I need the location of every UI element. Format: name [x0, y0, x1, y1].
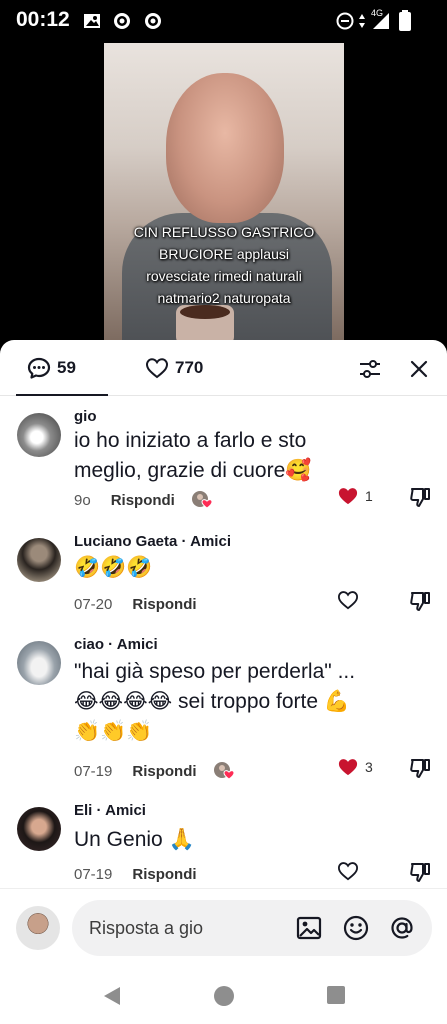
caption-line: CIN REFLUSSO GASTRICO — [133, 224, 315, 240]
reply-bar — [0, 888, 447, 970]
caption-line: BRUCIORE applausi — [159, 246, 289, 262]
sliders-icon — [360, 360, 380, 378]
filter-button[interactable] — [357, 356, 383, 382]
comment-text: 🤣🤣🤣 — [74, 553, 404, 583]
comments-count: 59 — [57, 358, 76, 377]
tab-likes[interactable]: 770 — [145, 357, 203, 379]
tab-comments[interactable]: 59 — [27, 357, 76, 379]
avatar[interactable] — [17, 538, 61, 582]
creator-liked-badge — [191, 490, 213, 510]
dislike-icon[interactable] — [408, 756, 432, 780]
back-icon[interactable] — [101, 984, 123, 1008]
comment-text-line: Un Genio 🙏 — [74, 828, 195, 851]
avatar[interactable] — [17, 641, 61, 685]
data-arrows-icon — [359, 14, 365, 28]
creator-heart-icon — [191, 491, 213, 509]
comment-meta: 07-20 Rispondi — [74, 594, 213, 614]
sheet-header: 59 770 — [0, 340, 447, 396]
my-avatar[interactable] — [16, 906, 60, 950]
comment-username[interactable]: Luciano Gaeta · Amici — [74, 533, 231, 550]
video-player[interactable]: CIN REFLUSSO GASTRICO BRUCIORE applausi … — [104, 43, 344, 341]
like-button[interactable] — [337, 860, 365, 882]
like-count: 1 — [365, 488, 373, 504]
home-icon[interactable] — [212, 984, 236, 1008]
like-button[interactable]: 1 — [337, 485, 373, 507]
creator-heart-icon — [213, 762, 235, 780]
caption-line: natmario2 naturopata — [157, 290, 291, 306]
status-bar: 00:12 4G — [0, 0, 447, 44]
comment-text-line: io ho iniziato a farlo e sto — [74, 429, 307, 452]
close-x-icon — [410, 360, 428, 378]
video-person-face — [166, 73, 284, 223]
comment-date: 9o — [74, 491, 91, 509]
video-caption: CIN REFLUSSO GASTRICO BRUCIORE applausi … — [104, 221, 344, 309]
heart-filled-icon — [338, 488, 358, 505]
avatar[interactable] — [17, 413, 61, 457]
emoji-icon[interactable] — [342, 914, 370, 942]
app-notification-icon — [114, 13, 130, 29]
comment-text: io ho iniziato a farlo e sto meglio, gra… — [74, 426, 404, 486]
reply-button[interactable]: Rispondi — [132, 763, 196, 780]
reply-button[interactable]: Rispondi — [132, 596, 196, 613]
reply-input-container[interactable] — [72, 900, 432, 956]
comment-date: 07-19 — [74, 865, 113, 883]
active-tab-indicator — [16, 394, 108, 396]
comment-meta: 9o Rispondi — [74, 490, 213, 510]
status-time: 00:12 — [16, 8, 70, 31]
heart-outline-icon — [337, 591, 359, 610]
reply-input[interactable] — [89, 914, 279, 942]
reply-button[interactable]: Rispondi — [111, 492, 175, 509]
reply-button[interactable]: Rispondi — [132, 866, 196, 883]
system-navigation-bar — [0, 970, 447, 1024]
dislike-icon[interactable] — [408, 485, 432, 509]
speech-bubble-icon — [27, 357, 51, 379]
creator-liked-badge — [213, 761, 235, 781]
comment-text-line: 👏👏👏 — [74, 720, 153, 743]
comment-username[interactable]: gio — [74, 408, 97, 425]
image-icon[interactable] — [295, 914, 323, 942]
comment-text: "hai già speso per perderla" ... 😂😂😂😂 se… — [74, 657, 404, 747]
mention-icon[interactable] — [388, 914, 416, 942]
comment-text-line: 🤣🤣🤣 — [74, 556, 153, 579]
comment-text-line: "hai già speso per perderla" ... — [74, 660, 356, 683]
battery-icon — [399, 10, 411, 31]
comment-text-line: 😂😂😂😂 sei troppo forte 💪 — [74, 690, 351, 713]
like-count: 3 — [365, 759, 373, 775]
recents-icon[interactable] — [325, 984, 347, 1006]
likes-count: 770 — [175, 358, 204, 377]
comment-date: 07-20 — [74, 595, 113, 613]
comment-text: Un Genio 🙏 — [74, 825, 404, 855]
app-notification-icon — [145, 13, 161, 29]
comment-text-line: meglio, grazie di cuore🥰 — [74, 459, 312, 482]
heart-outline-icon — [145, 358, 169, 379]
comment-meta: 07-19 Rispondi — [74, 864, 213, 884]
like-button[interactable] — [337, 589, 365, 611]
comment-date: 07-19 — [74, 762, 113, 780]
heart-outline-icon — [337, 862, 359, 881]
close-button[interactable] — [406, 356, 432, 382]
caption-line: rovesciate rimedi naturali — [146, 268, 302, 284]
do-not-disturb-icon — [336, 12, 354, 30]
dislike-icon[interactable] — [408, 589, 432, 613]
comment-username[interactable]: ciao · Amici — [74, 636, 158, 653]
heart-filled-icon — [338, 759, 358, 776]
like-button[interactable]: 3 — [337, 756, 373, 778]
dislike-icon[interactable] — [408, 860, 432, 884]
signal-icon — [373, 13, 389, 29]
comment-meta: 07-19 Rispondi — [74, 761, 235, 781]
comment-username[interactable]: Eli · Amici — [74, 802, 146, 819]
avatar[interactable] — [17, 807, 61, 851]
photo-notification-icon — [84, 14, 100, 28]
